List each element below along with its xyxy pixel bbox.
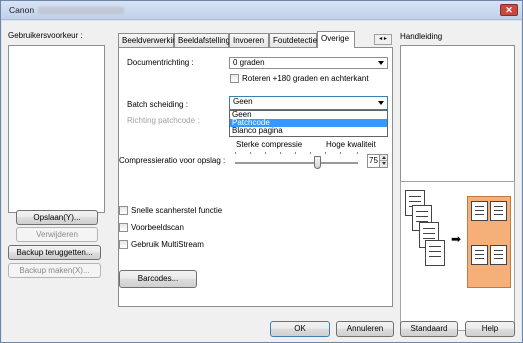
tab-beeldverwerking[interactable]: Beeldverwerking: [118, 33, 181, 47]
help-button-label: Help: [481, 324, 499, 333]
tab-label: Invoeren: [233, 36, 265, 45]
close-button[interactable]: ✕: [500, 4, 518, 16]
page-icon: [471, 201, 488, 221]
window-title-text: Canon: [9, 5, 35, 15]
title-bar: Canon ✕: [1, 1, 522, 20]
compression-slider[interactable]: [235, 152, 358, 170]
arrow-right-icon: ➡: [451, 232, 462, 246]
batch-separation-select[interactable]: Geen: [229, 96, 388, 110]
slider-tick: [235, 152, 236, 154]
quick-recovery-label: Snelle scanherstel functie: [131, 206, 223, 215]
dropdown-option[interactable]: Blanco pagina: [230, 127, 387, 135]
title-redacted: [38, 7, 125, 15]
high-quality-label: Hoge kwaliteit: [326, 140, 376, 149]
backup-make-label: Backup maken(X)...: [19, 266, 90, 275]
chevron-down-icon: [378, 61, 384, 65]
rotate-checkbox[interactable]: [230, 74, 239, 83]
compression-value: 75: [369, 156, 378, 165]
dialog-client: Gebruikersvoorkeur : Opslaan(Y)... Verwi…: [2, 21, 521, 342]
window-title: Canon: [9, 5, 125, 15]
chevron-down-icon: [378, 101, 384, 105]
slider-tick: [280, 152, 281, 154]
preview-scan-checkbox[interactable]: [119, 223, 128, 232]
default-button-label: Standaard: [410, 324, 448, 333]
arrow-down-icon: [382, 162, 386, 165]
slider-tick: [357, 152, 358, 154]
page-icon: [471, 245, 488, 265]
backup-restore-button[interactable]: Backup teruggetten...: [8, 245, 101, 260]
manual-text-area: [400, 45, 515, 190]
arrow-up-icon: [382, 156, 386, 159]
patchcode-direction-label: Richting patchcode :: [127, 116, 200, 125]
user-preference-label: Gebruikersvoorkeur :: [8, 31, 83, 40]
multistream-checkbox[interactable]: [119, 240, 128, 249]
barcodes-button-label: Barcodes...: [137, 274, 179, 283]
compression-spinner[interactable]: [379, 154, 388, 168]
tab-label: Foutdetectie: [273, 36, 318, 45]
strong-compression-label: Sterke compressie: [236, 140, 303, 149]
batch-separation-label: Batch scheiding :: [127, 100, 188, 109]
dialog-window: Canon ✕ Gebruikersvoorkeur : Opslaan(Y).…: [0, 0, 523, 343]
ok-button-label: OK: [294, 324, 306, 333]
slider-tick: [310, 152, 311, 154]
save-button[interactable]: Opslaan(Y)...: [16, 210, 98, 225]
rotate-label: Roteren +180 graden en achterkant: [242, 74, 369, 83]
slider-tick: [265, 152, 266, 154]
illustration-panel: ➡: [400, 181, 515, 331]
page-icon: [425, 240, 445, 266]
tab-beeldafstelling[interactable]: Beeldafstelling: [174, 33, 231, 47]
tab-label: Overige: [321, 34, 350, 43]
tab-label: Beeldafstelling: [178, 36, 231, 45]
slider-tick: [295, 152, 296, 154]
document-direction-label: Documentrichting :: [127, 58, 194, 67]
manual-label: Handleiding: [400, 32, 443, 41]
document-direction-value: 0 graden: [233, 58, 265, 67]
tab-label: Beeldverwerking: [122, 36, 182, 45]
backup-make-button[interactable]: Backup maken(X)...: [8, 263, 101, 278]
tab-overige[interactable]: Overige: [317, 31, 355, 48]
slider-thumb[interactable]: [314, 156, 321, 169]
batch-separation-value: Geen: [233, 97, 253, 106]
tab-invoeren[interactable]: Invoeren: [229, 33, 269, 47]
backup-restore-label: Backup teruggetten...: [16, 248, 93, 257]
slider-track: [235, 162, 358, 164]
page-icon: [490, 201, 507, 221]
cancel-button-label: Annuleren: [346, 324, 384, 333]
multistream-label: Gebruik MultiStream: [131, 240, 204, 249]
document-direction-select[interactable]: 0 graden: [229, 57, 388, 69]
help-button[interactable]: Help: [465, 321, 515, 337]
barcodes-button[interactable]: Barcodes...: [119, 270, 197, 288]
user-preference-list[interactable]: [8, 45, 105, 213]
compression-ratio-label: Compressieratio voor opslag :: [119, 156, 226, 165]
batch-separation-dropdown: Geen Patchcode Blanco pagina: [229, 110, 388, 137]
spin-down-button[interactable]: [380, 161, 387, 167]
page-icon: [490, 245, 507, 265]
default-button[interactable]: Standaard: [400, 321, 458, 337]
tab-scroll-buttons[interactable]: ◂ ▸: [374, 34, 392, 45]
slider-tick: [325, 152, 326, 154]
delete-button-label: Verwijderen: [36, 230, 78, 239]
ok-button[interactable]: OK: [270, 321, 330, 337]
quick-recovery-checkbox[interactable]: [119, 206, 128, 215]
slider-tick: [250, 152, 251, 154]
document-stack-icon: [405, 190, 445, 270]
cancel-button[interactable]: Annuleren: [336, 321, 394, 337]
preview-scan-label: Voorbeeldscan: [131, 223, 184, 232]
slider-tick: [340, 152, 341, 154]
save-button-label: Opslaan(Y)...: [33, 213, 81, 222]
tab-foutdetectie[interactable]: Foutdetectie: [269, 33, 317, 47]
tab-panel-overige: Documentrichting : 0 graden Roteren +180…: [118, 47, 393, 307]
delete-button[interactable]: Verwijderen: [16, 227, 98, 242]
folder-icon: [467, 196, 511, 288]
